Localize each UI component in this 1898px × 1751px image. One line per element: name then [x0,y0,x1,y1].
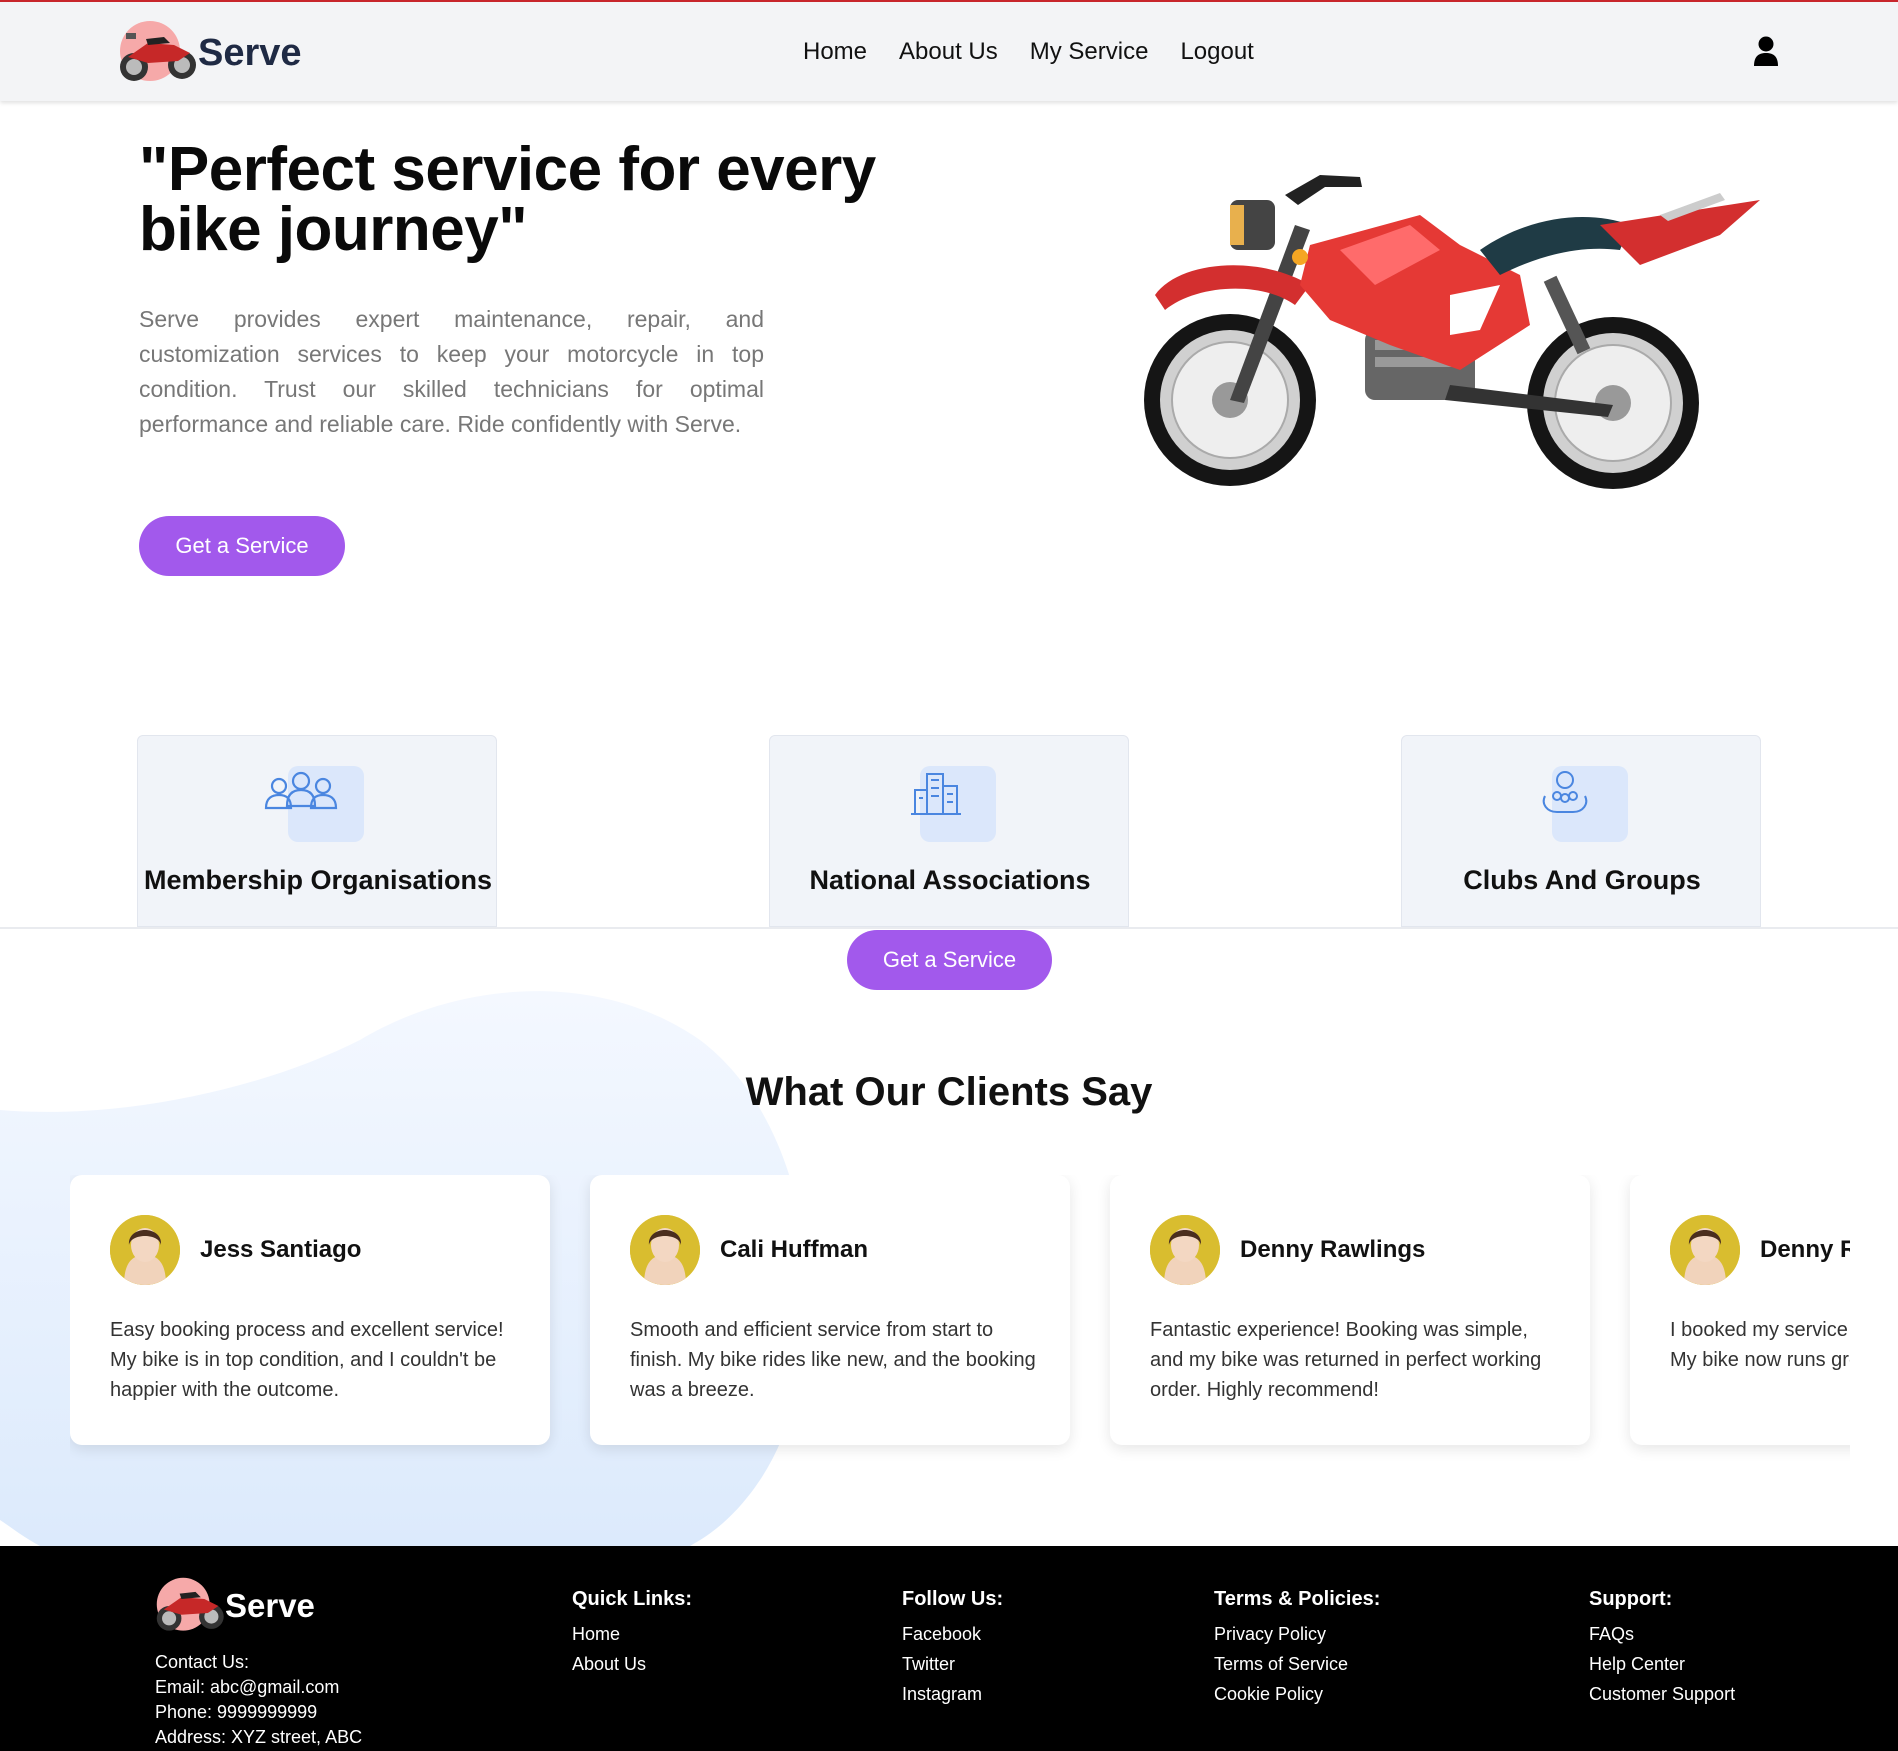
avatar [630,1215,700,1285]
footer-link-facebook[interactable]: Facebook [902,1619,1003,1649]
footer-link-terms-of-service[interactable]: Terms of Service [1214,1649,1380,1679]
footer-heading: Quick Links: [572,1588,693,1610]
brand-name: Serve [198,31,302,74]
testimonial-card: Jess Santiago Easy booking process and e… [70,1175,550,1445]
footer-link-twitter[interactable]: Twitter [902,1649,1003,1679]
nav-link-my-service[interactable]: My Service [1030,38,1149,66]
people-group-icon [263,768,339,818]
footer-link-faqs[interactable]: FAQs [1589,1619,1735,1649]
feature-card-membership[interactable]: Membership Organisations [137,735,497,927]
section-divider [0,927,1898,929]
footer-heading: Support: [1589,1588,1673,1610]
testimonial-name: Denny Rawlings [1240,1236,1426,1263]
navbar: Serve Home About Us My Service Logout [0,0,1898,101]
footer-link-cookie-policy[interactable]: Cookie Policy [1214,1679,1380,1709]
feature-title: National Associations [809,865,1091,895]
get-a-service-button[interactable]: Get a Service [139,516,345,576]
footer-brand-logo[interactable]: Serve [155,1574,315,1638]
hero-description: Serve provides expert maintenance, repai… [139,306,764,437]
footer-link-help-center[interactable]: Help Center [1589,1649,1735,1679]
motorcycle-logo-icon [118,17,202,89]
feature-title: Clubs And Groups [1463,865,1701,895]
testimonial-name: Denny Rawlings [1760,1236,1850,1263]
footer-link-customer-support[interactable]: Customer Support [1589,1679,1735,1709]
footer-contact: Contact Us: Email: abc@gmail.com Phone: … [155,1650,362,1750]
hands-group-icon [1527,768,1603,818]
contact-address: Address: XYZ street, ABC [155,1727,363,1747]
footer-terms: Terms & Policies: Privacy Policy Terms o… [1214,1588,1380,1709]
testimonial-card: Denny Rawlings I booked my service onlin… [1630,1175,1850,1445]
feature-card-clubs-groups[interactable]: Clubs And Groups [1401,735,1761,927]
testimonial-text: Easy booking process and excellent servi… [110,1319,504,1401]
brand-logo[interactable]: Serve [118,16,302,90]
footer-heading: Follow Us: [902,1588,1004,1610]
testimonial-text: Fantastic experience! Booking was simple… [1150,1319,1542,1401]
nav-menu: Home About Us My Service Logout [803,38,1286,66]
testimonials-carousel[interactable]: Jess Santiago Easy booking process and e… [70,1175,1850,1465]
motorcycle-illustration [1120,155,1760,505]
avatar [1670,1215,1740,1285]
avatar [1150,1215,1220,1285]
feature-title: Membership Organisations [143,865,493,895]
nav-link-logout[interactable]: Logout [1180,38,1253,66]
nav-link-about-us[interactable]: About Us [899,38,998,66]
hero-title: "Perfect service for every bike journey" [139,135,876,264]
footer-link-about-us[interactable]: About Us [572,1649,692,1679]
motorcycle-logo-icon [155,1574,229,1638]
footer-link-instagram[interactable]: Instagram [902,1679,1003,1709]
testimonial-name: Cali Huffman [720,1236,869,1263]
footer-link-privacy-policy[interactable]: Privacy Policy [1214,1619,1380,1649]
testimonial-text: Smooth and efficient service from start … [630,1319,1036,1401]
testimonial-card: Denny Rawlings Fantastic experience! Boo… [1110,1175,1590,1445]
testimonials-title: What Our Clients Say [745,1070,1153,1114]
footer: Serve Contact Us: Email: abc@gmail.com P… [0,1546,1898,1751]
feature-card-national-associations[interactable]: National Associations [769,735,1129,927]
footer-brand-name: Serve [225,1587,315,1624]
avatar [110,1215,180,1285]
footer-link-home[interactable]: Home [572,1619,692,1649]
footer-support: Support: FAQs Help Center Customer Suppo… [1589,1588,1735,1709]
user-profile-icon[interactable] [1753,36,1779,66]
contact-phone: Phone: 9999999999 [155,1702,318,1722]
nav-link-home[interactable]: Home [803,38,867,66]
footer-follow-us: Follow Us: Facebook Twitter Instagram [902,1588,1003,1709]
testimonial-text: I booked my service online and it was wo… [1670,1319,1850,1371]
contact-email: Email: abc@gmail.com [155,1677,340,1697]
footer-quick-links: Quick Links: Home About Us [572,1588,692,1679]
buildings-icon [895,768,971,818]
testimonial-name: Jess Santiago [200,1236,362,1263]
contact-label: Contact Us: [155,1652,250,1672]
testimonial-card: Cali Huffman Smooth and efficient servic… [590,1175,1070,1445]
footer-heading: Terms & Policies: [1214,1588,1381,1610]
